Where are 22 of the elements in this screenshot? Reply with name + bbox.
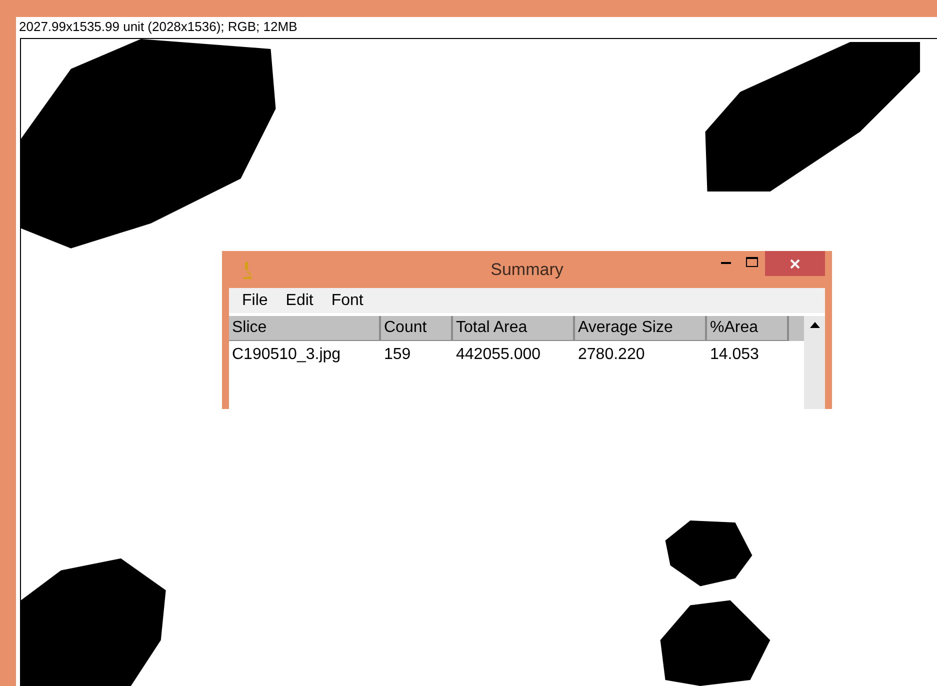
menu-item[interactable]: Edit — [286, 288, 314, 312]
table-cell-text: 2780.220 — [577, 345, 646, 365]
scrollbar[interactable] — [804, 316, 825, 409]
window-title: Summary — [490, 258, 564, 281]
image-info: 2027.99x1535.99 unit (2028x1536); RGB; 12MB — [19, 19, 298, 34]
table-cell-text: 442055.000 — [455, 345, 542, 365]
minimize-icon — [721, 260, 731, 264]
column-header[interactable]: Slice — [229, 316, 381, 341]
scroll-up-icon — [810, 322, 820, 328]
column-header[interactable]: Count — [381, 316, 453, 341]
table-cell-text: C190510_3.jpg — [231, 345, 342, 365]
menu-item[interactable]: Font — [331, 288, 364, 312]
column-header[interactable]: Total Area — [453, 316, 575, 341]
close-icon — [790, 258, 800, 268]
table-cell-text: 14.053 — [709, 345, 760, 365]
column-header[interactable]: Average Size — [575, 316, 707, 341]
table-cell-text: 159 — [383, 345, 412, 365]
column-header[interactable]: %Area — [707, 316, 789, 341]
microscope-icon — [241, 261, 253, 279]
close-button[interactable] — [765, 251, 825, 276]
menu-item[interactable]: File — [242, 288, 268, 312]
maximize-icon — [746, 257, 758, 267]
